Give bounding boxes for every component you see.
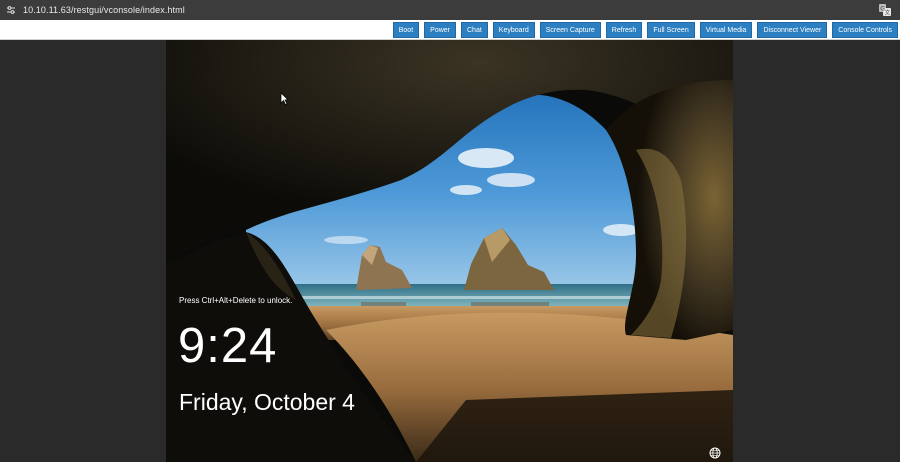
toolbar-buttons: Boot Power Chat Keyboard Screen Capture … xyxy=(392,22,898,38)
refresh-button[interactable]: Refresh xyxy=(605,22,643,38)
console-controls-button[interactable]: Console Controls xyxy=(832,22,898,38)
url-text[interactable]: 10.10.11.63/restgui/vconsole/index.html xyxy=(23,5,185,15)
remote-console-screen[interactable]: Press Ctrl+Alt+Delete to unlock. 9:24 Fr… xyxy=(166,40,733,462)
disconnect-viewer-button[interactable]: Disconnect Viewer xyxy=(757,22,828,38)
boot-button[interactable]: Boot xyxy=(392,22,420,38)
browser-address-bar: 10.10.11.63/restgui/vconsole/index.html … xyxy=(0,0,900,20)
power-button[interactable]: Power xyxy=(424,22,456,38)
console-toolbar: Boot Power Chat Keyboard Screen Capture … xyxy=(0,20,900,40)
lockscreen-time: 9:24 xyxy=(178,319,278,373)
screen-capture-button[interactable]: Screen Capture xyxy=(539,22,601,38)
virtual-media-button[interactable]: Virtual Media xyxy=(699,22,753,38)
translate-icon[interactable]: G 文 xyxy=(878,3,892,17)
svg-text:文: 文 xyxy=(885,9,891,17)
full-screen-button[interactable]: Full Screen xyxy=(647,22,695,38)
unlock-hint: Press Ctrl+Alt+Delete to unlock. xyxy=(179,296,293,305)
chat-button[interactable]: Chat xyxy=(461,22,488,38)
lockscreen-date: Friday, October 4 xyxy=(179,389,355,415)
globe-icon[interactable] xyxy=(709,447,721,459)
cursor-icon xyxy=(280,92,289,105)
tune-icon[interactable] xyxy=(4,3,18,17)
keyboard-button[interactable]: Keyboard xyxy=(492,22,535,38)
